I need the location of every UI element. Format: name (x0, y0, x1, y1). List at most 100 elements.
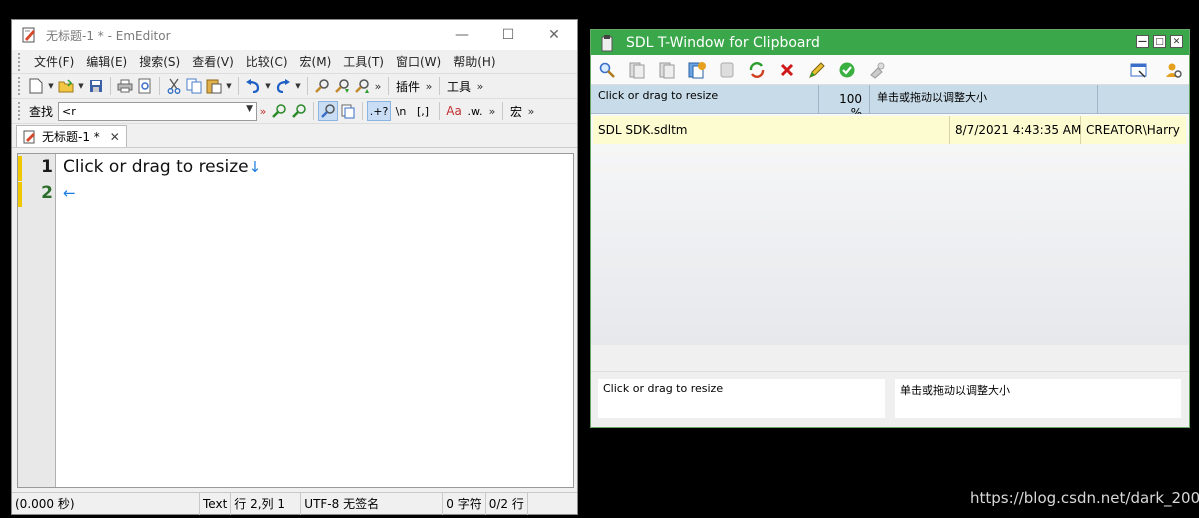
paste-icon[interactable] (204, 76, 224, 96)
add-document-icon[interactable] (687, 60, 707, 80)
macro-more-chevron[interactable]: » (525, 105, 537, 118)
maximize-button[interactable]: ☐ (485, 20, 531, 50)
toolbar-separator (307, 77, 308, 95)
editor-line[interactable]: ← (63, 183, 76, 203)
close-button[interactable]: ✕ (531, 20, 577, 50)
find-prev-button-icon[interactable] (289, 101, 309, 121)
macro-toolbar-label[interactable]: 宏 (507, 103, 525, 120)
new-file-dropdown[interactable]: ▼ (46, 82, 56, 90)
print-preview-icon[interactable] (135, 76, 155, 96)
tools-toolbar-label[interactable]: 工具 (444, 78, 474, 95)
toolbar-separator (159, 77, 160, 95)
tm-results-list[interactable]: SDL SDK.sdltm 8/7/2021 4:43:35 AM CREATO… (591, 114, 1189, 345)
target-preview-pane[interactable]: 单击或拖动以调整大小 (895, 379, 1181, 418)
open-folder-icon[interactable] (56, 76, 76, 96)
menu-file[interactable]: 文件(F) (28, 52, 80, 72)
find-in-files-icon[interactable] (338, 101, 358, 121)
new-file-icon[interactable] (26, 76, 46, 96)
sdl-close-button[interactable]: ✕ (1170, 35, 1183, 48)
newline-toggle[interactable]: \n (391, 101, 411, 121)
undo-dropdown[interactable]: ▼ (263, 82, 273, 90)
tab-untitled-1[interactable]: 无标题-1 * ✕ (16, 125, 127, 147)
find-label: 查找 (29, 104, 54, 119)
menu-help[interactable]: 帮助(H) (447, 52, 501, 72)
toolbar-grip[interactable] (18, 77, 22, 95)
save-icon[interactable] (86, 76, 106, 96)
emeditor-app-icon (22, 27, 35, 43)
tm-date-cell: 8/7/2021 4:43:35 AM (950, 116, 1081, 144)
modified-line-marker (18, 156, 22, 181)
undo-icon[interactable] (243, 76, 263, 96)
print-icon[interactable] (115, 76, 135, 96)
sdl-titlebar[interactable]: SDL T-Window for Clipboard — □ ✕ (591, 30, 1189, 55)
storage-icon[interactable] (717, 60, 737, 80)
confirm-check-icon[interactable] (837, 60, 857, 80)
minimize-button[interactable]: — (439, 20, 485, 50)
line-number-gutter[interactable]: 1 2 (18, 154, 56, 487)
source-preview-pane[interactable]: Click or drag to resize (598, 379, 885, 418)
document-copy-icon[interactable] (657, 60, 677, 80)
find-input[interactable]: <r ▼ (58, 101, 258, 121)
menu-edit[interactable]: 编辑(E) (80, 52, 133, 72)
menu-tools[interactable]: 工具(T) (337, 52, 390, 72)
delete-icon[interactable] (777, 60, 797, 80)
highlight-search-icon[interactable] (318, 101, 339, 121)
match-case-toggle[interactable]: Aa (444, 101, 464, 121)
toolbar-separator (110, 77, 111, 95)
bracket-toggle[interactable]: [,] (411, 101, 435, 121)
findbar-more-chevron[interactable]: » (257, 105, 269, 118)
status-elapsed-time: (0.000 秒) (12, 492, 200, 515)
target-segment-header[interactable]: 单击或拖动以调整大小 (870, 85, 1098, 114)
text-editor[interactable]: 1 2 Click or drag to resize↓ ← (17, 153, 574, 488)
disabled-tool-icon[interactable] (867, 60, 887, 80)
menu-macro[interactable]: 宏(M) (294, 52, 338, 72)
edit-pencil-icon[interactable] (807, 60, 827, 80)
copy-icon[interactable] (184, 76, 204, 96)
editor-line[interactable]: Click or drag to resize↓ (63, 157, 261, 177)
tab-close-icon[interactable]: ✕ (110, 130, 120, 144)
toolbar-separator (439, 77, 441, 95)
main-toolbar: ▼ ▼ ▼ ▼ ▼ » 插件 » 工具 » (12, 74, 577, 99)
status-encoding[interactable]: UTF-8 无签名 (301, 492, 444, 515)
menu-window[interactable]: 窗口(W) (390, 52, 447, 72)
status-mode[interactable]: Text (200, 492, 232, 515)
menu-search[interactable]: 搜索(S) (133, 52, 186, 72)
user-settings-icon[interactable] (1163, 60, 1183, 80)
status-position[interactable]: 行 2,列 1 (231, 492, 302, 515)
paste-dropdown[interactable]: ▼ (224, 82, 234, 90)
find-next-icon[interactable] (332, 76, 352, 96)
find-input-value: <r (62, 104, 76, 118)
emeditor-titlebar[interactable]: 无标题-1 * - EmEditor — ☐ ✕ (12, 20, 577, 50)
redo-dropdown[interactable]: ▼ (293, 82, 303, 90)
find-next-button-icon[interactable] (269, 101, 289, 121)
window-settings-icon[interactable] (1129, 60, 1149, 80)
status-line-count: 0/2 行 (486, 492, 528, 515)
refresh-icon[interactable] (747, 60, 767, 80)
toolbar-separator (238, 77, 239, 95)
find-icon[interactable] (312, 76, 332, 96)
plugins-toolbar-label[interactable]: 插件 (393, 78, 423, 95)
sdl-restore-button[interactable]: □ (1153, 35, 1166, 48)
find-prev-icon[interactable] (352, 76, 372, 96)
sdl-minimize-button[interactable]: — (1136, 35, 1149, 48)
line-text: Click or drag to resize (63, 157, 249, 177)
findbar-options-more-chevron[interactable]: » (486, 105, 498, 118)
search-icon[interactable] (597, 60, 617, 80)
regex-toggle[interactable]: .+? (367, 101, 392, 121)
source-segment-header[interactable]: Click or drag to resize (591, 85, 819, 114)
menu-view[interactable]: 查看(V) (186, 52, 240, 72)
menu-grip[interactable] (18, 52, 22, 71)
table-row[interactable]: SDL SDK.sdltm 8/7/2021 4:43:35 AM CREATO… (593, 116, 1186, 144)
plugins-more-chevron[interactable]: » (423, 80, 435, 93)
find-history-dropdown[interactable]: ▼ (246, 104, 253, 114)
tools-more-chevron[interactable]: » (474, 80, 486, 93)
open-dropdown[interactable]: ▼ (76, 82, 86, 90)
toolbar-separator (439, 102, 441, 120)
toolbar-more-chevron[interactable]: » (372, 80, 384, 93)
redo-icon[interactable] (273, 76, 293, 96)
document-list-icon[interactable] (627, 60, 647, 80)
menu-compare[interactable]: 比较(C) (240, 52, 294, 72)
findbar-grip[interactable] (18, 102, 22, 120)
cut-icon[interactable] (164, 76, 184, 96)
whole-word-toggle[interactable]: .w. (464, 101, 486, 121)
